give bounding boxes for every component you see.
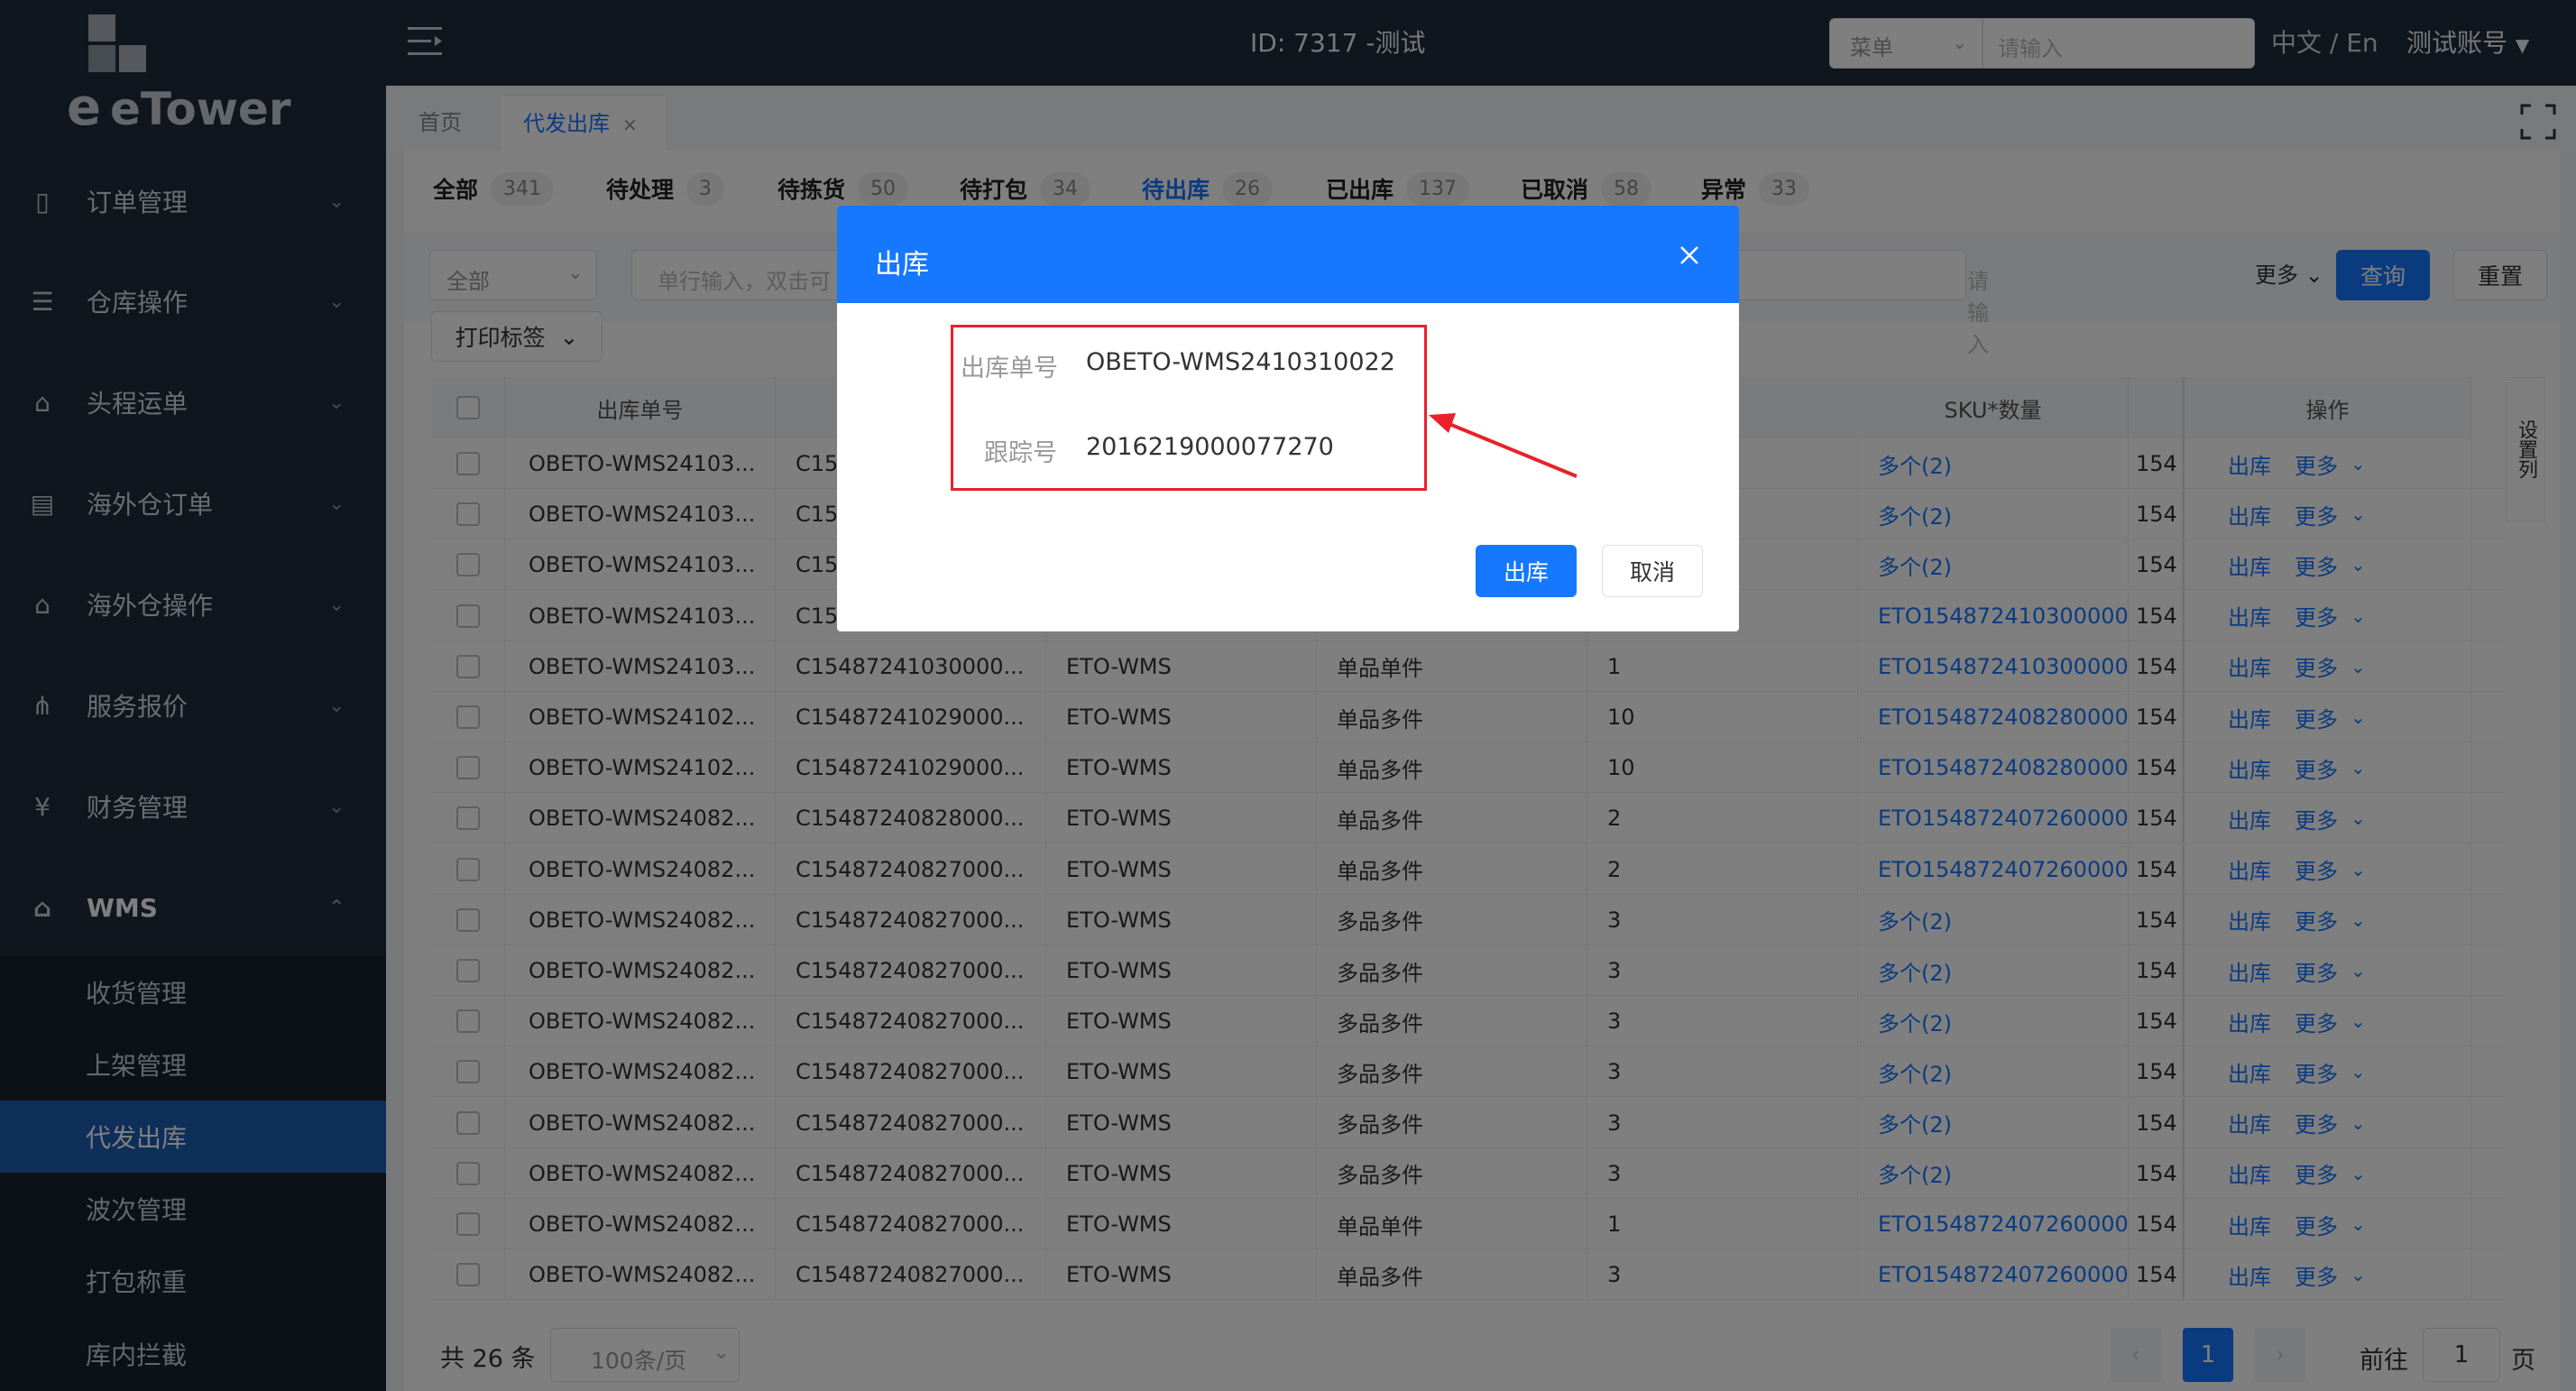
- dialog-header: 出库: [837, 206, 1739, 303]
- dialog-title: 出库: [875, 249, 929, 281]
- close-icon[interactable]: [1676, 242, 1703, 269]
- annotation-highlight-box: [951, 325, 1427, 491]
- cancel-button[interactable]: 取消: [1602, 545, 1703, 597]
- annotation-arrow-icon: [1429, 413, 1578, 478]
- confirm-outbound-button[interactable]: 出库: [1476, 545, 1577, 597]
